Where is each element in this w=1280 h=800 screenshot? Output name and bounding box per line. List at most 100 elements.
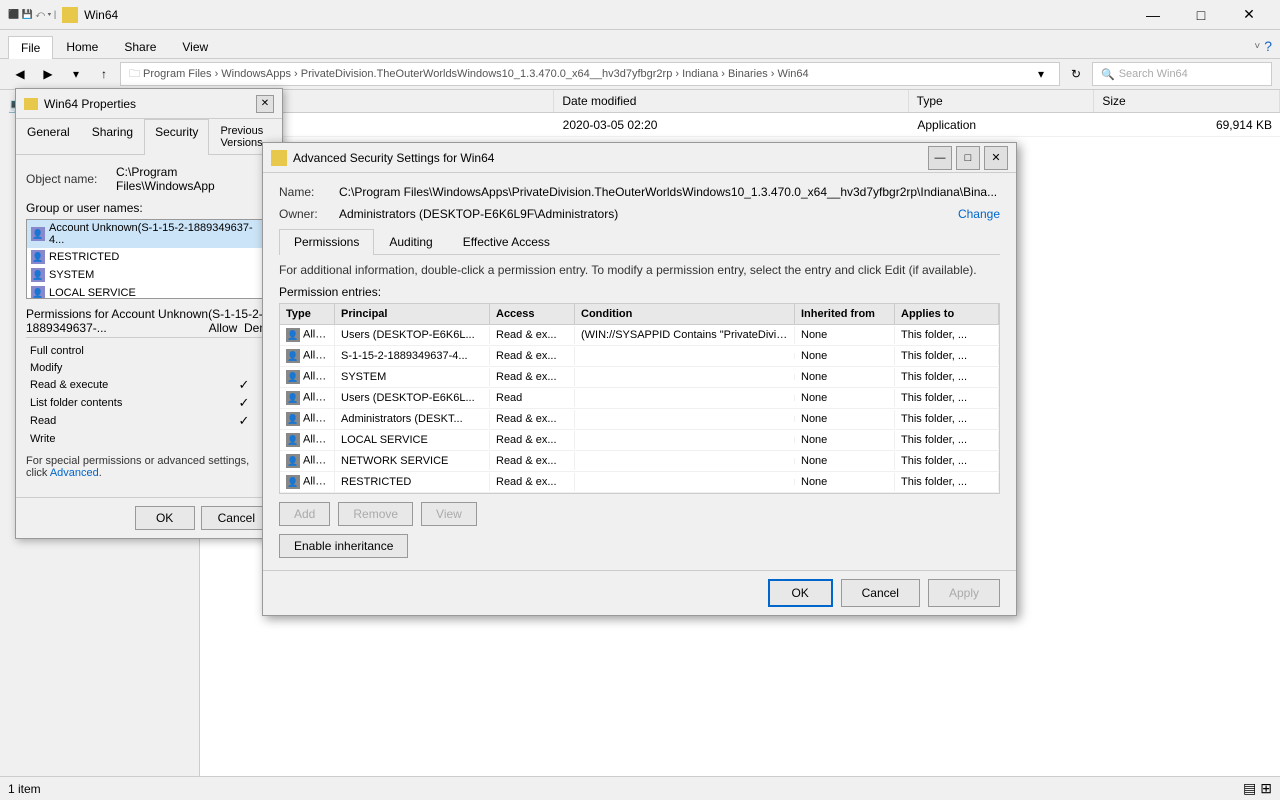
perm-inherited: None <box>795 452 895 470</box>
user-name: RESTRICTED <box>49 251 119 263</box>
table-row[interactable]: 👤Allow RESTRICTED Read & ex... None This… <box>280 472 999 493</box>
adv-apply-button[interactable]: Apply <box>928 579 1000 607</box>
add-button[interactable]: Add <box>279 502 330 526</box>
perm-name: List folder contents <box>30 397 236 409</box>
search-box[interactable]: 🔍 Search Win64 <box>1092 62 1272 86</box>
tab-sharing[interactable]: Sharing <box>81 119 144 154</box>
group-label: Group or user names: <box>26 201 272 215</box>
col-header-date[interactable]: Date modified <box>554 90 908 112</box>
close-button[interactable]: ✕ <box>1226 0 1272 30</box>
user-item[interactable]: 👤 RESTRICTED <box>27 248 271 266</box>
title-bar-controls: — □ ✕ <box>1130 0 1272 30</box>
table-row[interactable]: 👤Allow LOCAL SERVICE Read & ex... None T… <box>280 430 999 451</box>
tab-view[interactable]: View <box>169 35 221 58</box>
properties-footer: OK Cancel <box>16 497 282 538</box>
tab-home[interactable]: Home <box>53 35 111 58</box>
minimize-button[interactable]: — <box>1130 0 1176 30</box>
perm-entries-label: Permission entries: <box>279 285 1000 299</box>
table-row[interactable]: 👤Allow S-1-15-2-1889349637-4... Read & e… <box>280 346 999 367</box>
user-item[interactable]: 👤 Account Unknown(S-1-15-2-1889349637-4.… <box>27 220 271 248</box>
table-row[interactable]: 👤Allow Administrators (DESKT... Read & e… <box>280 409 999 430</box>
title-bar-left: ⬛ 💾 ⤺ ▾ | Win64 <box>8 7 1130 23</box>
ribbon-chevron: ˅ <box>1254 41 1260 52</box>
perm-table-header: Type Principal Access Condition Inherite… <box>280 304 999 325</box>
perm-applies: This folder, ... <box>895 347 999 365</box>
details-view-button[interactable]: ▤ <box>1243 780 1256 797</box>
perm-principal: Users (DESKTOP-E6K6L... <box>335 389 490 407</box>
remove-button[interactable]: Remove <box>338 502 413 526</box>
address-dropdown-button[interactable]: ▾ <box>1031 64 1051 84</box>
user-list[interactable]: 👤 Account Unknown(S-1-15-2-1889349637-4.… <box>26 219 272 299</box>
user-icon: 👤 <box>31 250 45 264</box>
adv-tab-permissions[interactable]: Permissions <box>279 229 374 255</box>
properties-close-button[interactable]: ✕ <box>256 95 274 113</box>
perm-access: Read & ex... <box>490 368 575 386</box>
perm-row: Read ✓ <box>26 412 272 430</box>
advanced-body: Name: C:\Program Files\WindowsApps\Priva… <box>263 173 1016 570</box>
address-input[interactable]: 🗀 Program Files › WindowsApps › PrivateD… <box>120 62 1060 86</box>
col-header-size[interactable]: Size <box>1094 90 1280 112</box>
perm-applies: This folder, ... <box>895 473 999 491</box>
status-bar-right: ▤ ⊞ <box>1243 780 1272 797</box>
perm-principal: S-1-15-2-1889349637-4... <box>335 347 490 365</box>
maximize-button[interactable]: □ <box>1178 0 1224 30</box>
advanced-text: For special permissions or advanced sett… <box>26 455 272 479</box>
change-owner-link[interactable]: Change <box>958 207 1000 221</box>
tab-share[interactable]: Share <box>111 35 169 58</box>
perm-principal: NETWORK SERVICE <box>335 452 490 470</box>
user-icon: 👤 <box>31 268 45 282</box>
object-name-label: Object name: <box>26 172 116 186</box>
status-bar: 1 item ▤ ⊞ <box>0 776 1280 800</box>
perm-allow: ✓ <box>236 413 252 429</box>
recent-locations-button[interactable]: ▾ <box>64 62 88 86</box>
table-row[interactable]: 👤Allow Users (DESKTOP-E6K6L... Read & ex… <box>280 325 999 346</box>
perm-condition <box>575 437 795 443</box>
tab-security[interactable]: Security <box>144 119 209 155</box>
perm-access: Read <box>490 389 575 407</box>
user-item[interactable]: 👤 SYSTEM <box>27 266 271 284</box>
adv-cancel-button[interactable]: Cancel <box>841 579 920 607</box>
perm-condition <box>575 479 795 485</box>
refresh-button[interactable]: ↻ <box>1064 62 1088 86</box>
large-icons-button[interactable]: ⊞ <box>1260 780 1272 797</box>
address-bar: ◀ ▶ ▾ ↑ 🗀 Program Files › WindowsApps › … <box>0 59 1280 90</box>
table-row[interactable]: 📄 ping 2020-03-05 02:20 Application 69,9… <box>200 113 1280 137</box>
table-row[interactable]: 👤Allow NETWORK SERVICE Read & ex... None… <box>280 451 999 472</box>
adv-tab-effective-access[interactable]: Effective Access <box>448 229 565 254</box>
enable-inheritance-button[interactable]: Enable inheritance <box>279 534 408 558</box>
table-row[interactable]: 👤Allow SYSTEM Read & ex... None This fol… <box>280 367 999 388</box>
adv-tab-auditing[interactable]: Auditing <box>374 229 447 254</box>
folder-title-icon <box>62 7 78 23</box>
forward-button[interactable]: ▶ <box>36 62 60 86</box>
properties-tabs: General Sharing Security Previous Versio… <box>16 119 282 155</box>
perm-applies: This folder, ... <box>895 326 999 344</box>
view-button[interactable]: View <box>421 502 477 526</box>
perm-allow <box>236 360 252 375</box>
perm-inherited: None <box>795 410 895 428</box>
adv-ok-button[interactable]: OK <box>768 579 833 607</box>
col-header-type[interactable]: Type <box>909 90 1095 112</box>
tab-file[interactable]: File <box>8 36 53 59</box>
advanced-minimize-button[interactable]: — <box>928 146 952 170</box>
search-placeholder: Search Win64 <box>1119 68 1188 80</box>
perm-access: Read & ex... <box>490 347 575 365</box>
properties-dialog[interactable]: Win64 Properties ✕ General Sharing Secur… <box>15 88 283 539</box>
adv-name-label: Name: <box>279 185 339 199</box>
object-name-value: C:\Program Files\WindowsApp <box>116 165 272 193</box>
back-button[interactable]: ◀ <box>8 62 32 86</box>
advanced-link[interactable]: Advanced <box>50 467 99 479</box>
adv-owner-label: Owner: <box>279 207 339 221</box>
tab-general[interactable]: General <box>16 119 81 154</box>
up-button[interactable]: ↑ <box>92 62 116 86</box>
perm-type: 👤Allow <box>280 346 335 366</box>
table-row[interactable]: 👤Allow Users (DESKTOP-E6K6L... Read None… <box>280 388 999 409</box>
adv-info-text: For additional information, double-click… <box>279 263 1000 277</box>
advanced-maximize-button[interactable]: □ <box>956 146 980 170</box>
file-list-header: Name Date modified Type Size <box>200 90 1280 113</box>
ok-button[interactable]: OK <box>135 506 195 530</box>
advanced-close-button[interactable]: ✕ <box>984 146 1008 170</box>
user-item[interactable]: 👤 LOCAL SERVICE <box>27 284 271 299</box>
quick-access-icons: ⬛ 💾 ⤺ ▾ | <box>8 9 56 20</box>
advanced-security-dialog[interactable]: Advanced Security Settings for Win64 — □… <box>262 142 1017 616</box>
perm-type: 👤Allow <box>280 430 335 450</box>
